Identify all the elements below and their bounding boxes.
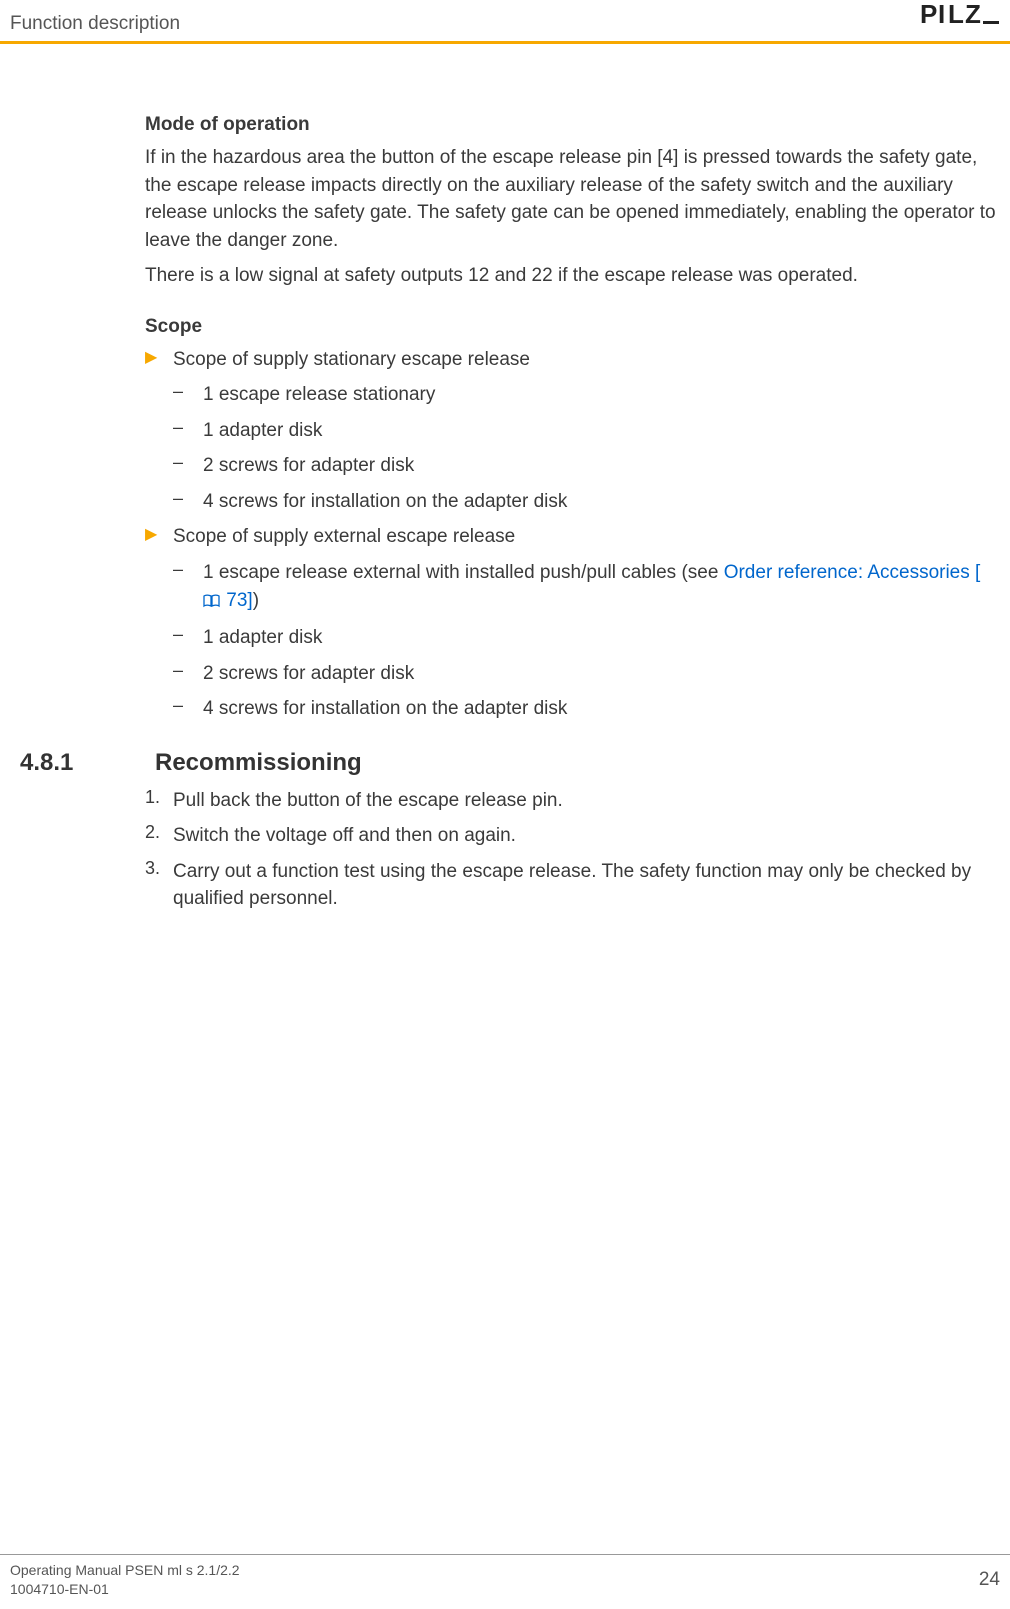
bullet-arrow-icon: ▶: [145, 523, 173, 551]
list-subitem: –1 adapter disk: [173, 417, 998, 445]
svg-text:I: I: [938, 2, 946, 28]
list-subitem: –4 screws for installation on the adapte…: [173, 695, 998, 723]
footer-line1: Operating Manual PSEN ml s 2.1/2.2: [10, 1561, 240, 1580]
bullet-arrow-icon: ▶: [145, 346, 173, 374]
book-icon: [203, 589, 221, 617]
footer-line2: 1004710-EN-01: [10, 1580, 240, 1599]
ordered-list-item: 1.Pull back the button of the escape rel…: [145, 787, 998, 815]
section-number: 4.8.1: [10, 749, 155, 777]
svg-text:Z: Z: [965, 2, 982, 28]
list-subitem: –1 escape release stationary: [173, 381, 998, 409]
mode-paragraph-1: If in the hazardous area the button of t…: [145, 144, 998, 254]
ordered-list: 1.Pull back the button of the escape rel…: [145, 787, 998, 913]
list-subitem: –4 screws for installation on the adapte…: [173, 488, 998, 516]
list-item: ▶ Scope of supply external escape releas…: [145, 523, 998, 551]
page-number: 24: [979, 1569, 1000, 1591]
list-item-label: Scope of supply stationary escape releas…: [173, 346, 998, 374]
page-header: Function description P I L Z: [0, 0, 1010, 44]
svg-text:P: P: [920, 2, 938, 28]
list-subitem: –2 screws for adapter disk: [173, 452, 998, 480]
header-title: Function description: [10, 13, 180, 35]
list-subitem: – 1 escape release external with install…: [173, 559, 998, 616]
footer-doc-info: Operating Manual PSEN ml s 2.1/2.2 10047…: [10, 1561, 240, 1599]
list-subitem: –1 adapter disk: [173, 624, 998, 652]
list-subitem: –2 screws for adapter disk: [173, 660, 998, 688]
section-title: Recommissioning: [155, 749, 362, 777]
subitem-text: 1 escape release external with installed…: [203, 562, 724, 583]
subitem-text: ): [253, 590, 259, 611]
list-item-label: Scope of supply external escape release: [173, 523, 998, 551]
mode-paragraph-2: There is a low signal at safety outputs …: [145, 262, 998, 290]
ordered-list-item: 3.Carry out a function test using the es…: [145, 858, 998, 913]
scope-heading: Scope: [145, 316, 998, 338]
ordered-list-item: 2.Switch the voltage off and then on aga…: [145, 822, 998, 850]
scope-list: ▶ Scope of supply stationary escape rele…: [145, 346, 998, 723]
svg-text:L: L: [948, 2, 965, 28]
list-item: ▶ Scope of supply stationary escape rele…: [145, 346, 998, 374]
content-area: Mode of operation If in the hazardous ar…: [0, 44, 1010, 913]
section-heading-row: 4.8.1 Recommissioning: [10, 749, 1000, 777]
page-footer: Operating Manual PSEN ml s 2.1/2.2 10047…: [0, 1554, 1010, 1609]
mode-heading: Mode of operation: [145, 114, 998, 136]
brand-logo: P I L Z: [920, 2, 1000, 35]
